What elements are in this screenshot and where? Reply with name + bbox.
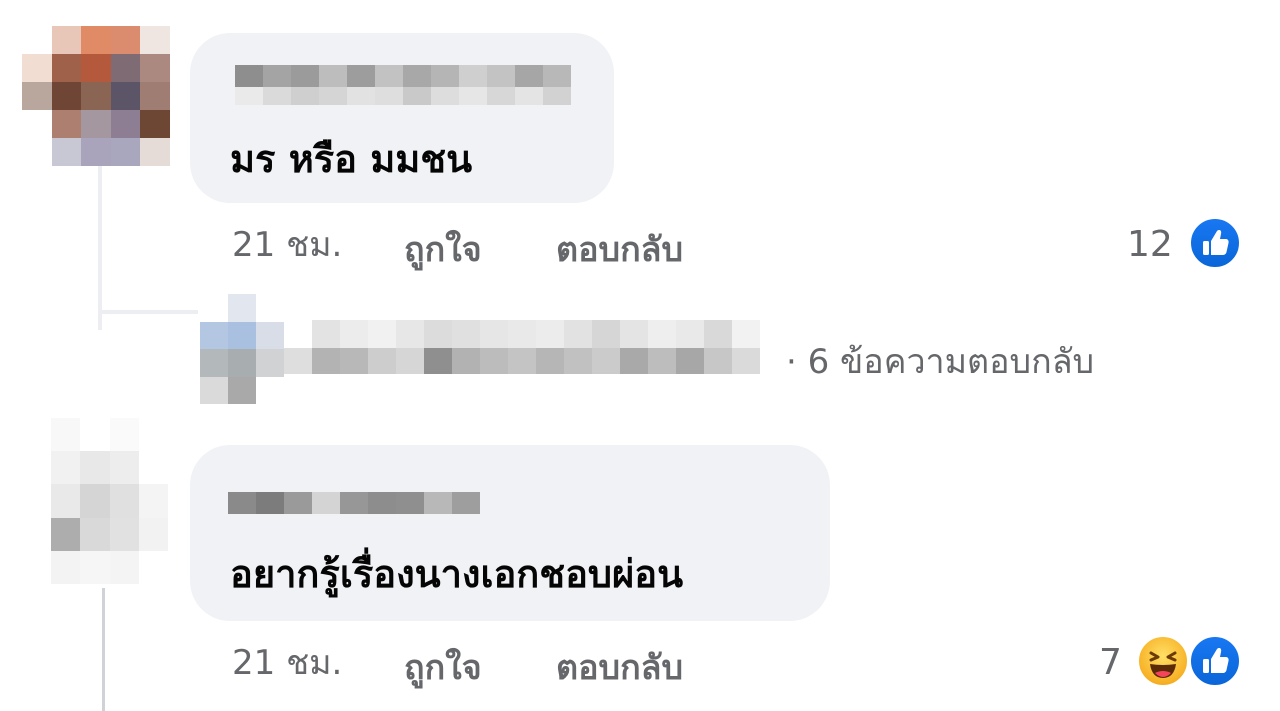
comment-timestamp[interactable]: 21 ชม. bbox=[232, 228, 342, 262]
view-replies-link[interactable]: · 6 ข้อความตอบกลับ bbox=[786, 334, 1094, 388]
avatar[interactable] bbox=[22, 418, 168, 584]
like-button[interactable]: ถูกใจ bbox=[404, 233, 482, 267]
commenter-name[interactable] bbox=[235, 65, 571, 105]
reaction-count[interactable]: 7 bbox=[1099, 645, 1122, 681]
like-icon bbox=[1188, 216, 1242, 270]
reaction-count[interactable]: 12 bbox=[1127, 227, 1173, 263]
comment-text: อยากรู้เรื่องนางเอกชอบผ่อน bbox=[230, 552, 684, 596]
thread-line-top bbox=[98, 165, 102, 330]
reply-button[interactable]: ตอบกลับ bbox=[556, 651, 683, 685]
haha-icon bbox=[1136, 634, 1190, 688]
reply-button[interactable]: ตอบกลับ bbox=[556, 233, 683, 267]
commenter-name[interactable] bbox=[228, 492, 480, 514]
replier-name[interactable] bbox=[284, 320, 774, 374]
reply-avatar[interactable] bbox=[200, 294, 284, 404]
comment-text: มร หรือ มมชน bbox=[230, 137, 473, 181]
comment-timestamp[interactable]: 21 ชม. bbox=[232, 646, 342, 680]
like-button[interactable]: ถูกใจ bbox=[404, 651, 482, 685]
avatar[interactable] bbox=[22, 26, 170, 166]
thread-line-curve bbox=[98, 310, 198, 314]
like-icon bbox=[1188, 634, 1242, 688]
thread-line-bottom bbox=[102, 588, 105, 711]
